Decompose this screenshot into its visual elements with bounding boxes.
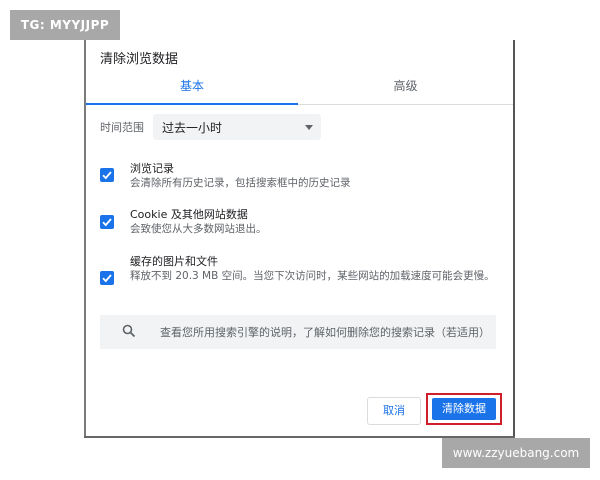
clear-data-button[interactable]: 清除数据 <box>432 398 496 420</box>
option-title: Cookie 及其他网站数据 <box>130 208 248 221</box>
option-description: 会清除所有历史记录，包括搜索框中的历史记录 <box>130 177 351 189</box>
checkmark-icon <box>102 171 112 180</box>
cached-files-checkbox[interactable] <box>100 271 114 285</box>
checkmark-icon <box>102 218 112 227</box>
active-tab-indicator <box>86 103 298 105</box>
watermark-top-left: TG: MYYJJPP <box>10 10 120 40</box>
browsing-history-checkbox[interactable] <box>100 168 114 182</box>
dropdown-caret-icon <box>305 125 313 130</box>
dialog-title: 清除浏览数据 <box>100 52 179 67</box>
time-range-label: 时间范围 <box>100 121 144 134</box>
search-icon <box>122 324 136 338</box>
tab-bar: 基本 高级 <box>86 70 513 105</box>
cancel-button[interactable]: 取消 <box>367 397 421 425</box>
option-description: 会致使您从大多数网站退出。 <box>130 223 267 235</box>
tab-advanced[interactable]: 高级 <box>298 70 513 103</box>
dialog-right-border <box>513 40 515 438</box>
option-title: 浏览记录 <box>130 162 174 175</box>
option-title: 缓存的图片和文件 <box>130 255 218 268</box>
watermark-bottom-right: www.zzyuebang.com <box>442 438 590 468</box>
search-info-text: 查看您所用搜索引擎的说明，了解如何删除您的搜索记录（若适用） <box>160 326 490 339</box>
cookies-checkbox[interactable] <box>100 215 114 229</box>
option-description: 释放不到 20.3 MB 空间。当您下次访问时，某些网站的加载速度可能会更慢。 <box>130 270 495 282</box>
time-range-select[interactable]: 过去一小时 <box>153 114 321 140</box>
checkmark-icon <box>102 274 112 283</box>
highlight-frame: 清除数据 <box>426 393 502 425</box>
tab-basic[interactable]: 基本 <box>86 70 298 103</box>
time-range-value: 过去一小时 <box>162 121 223 135</box>
search-engine-info-link[interactable]: 查看您所用搜索引擎的说明，了解如何删除您的搜索记录（若适用） <box>100 315 496 349</box>
